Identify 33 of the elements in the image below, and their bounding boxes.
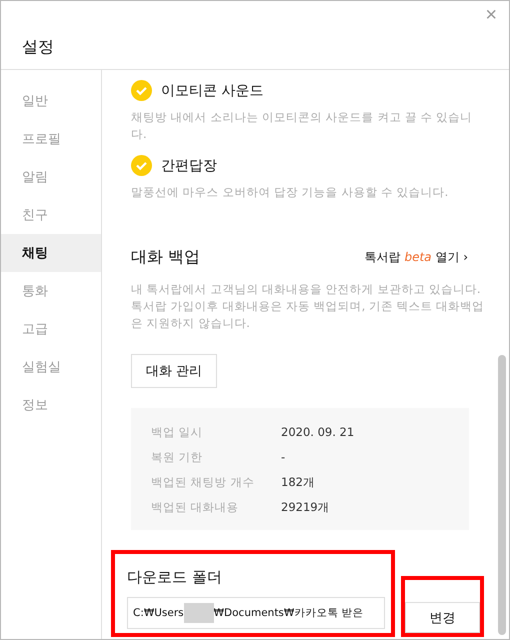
close-button[interactable]: ×: [481, 3, 501, 27]
info-value: 182개: [281, 474, 316, 491]
backup-description: 내 톡서랍에서 고객님의 대화내용을 안전하게 보관하고 있습니다. 톡서랍 가입이후 대화내용은 자동 백업되며, 기존 텍스트 대화백업은 지원하지 않습니다.: [131, 281, 486, 332]
info-label: 백업된 대화내용: [151, 499, 240, 516]
sidebar-item[interactable]: 친구: [1, 196, 101, 234]
drawer-open-link[interactable]: 톡서랍 beta 열기 ›: [364, 249, 468, 266]
sidebar-item[interactable]: 실험실: [1, 348, 101, 386]
sidebar-item[interactable]: 일반: [1, 82, 101, 120]
sidebar-item[interactable]: 통화: [1, 272, 101, 310]
checkbox[interactable]: [131, 155, 152, 176]
info-label: 백업된 채팅방 개수: [151, 474, 256, 491]
info-label: 백업 일시: [151, 424, 204, 441]
window-title: 설정: [22, 37, 55, 58]
option-description: 말풍선에 마우스 오버하여 답장 기능을 사용할 수 있습니다.: [131, 184, 450, 201]
sidebar-item[interactable]: 알림: [1, 158, 101, 196]
sidebar-item[interactable]: 채팅: [1, 234, 101, 272]
info-label: 복원 기한: [151, 449, 204, 466]
sidebar-item[interactable]: 프로필: [1, 120, 101, 158]
change-button[interactable]: 변경: [405, 602, 480, 633]
sidebar-item[interactable]: 정보: [1, 386, 101, 424]
option-label: 이모티콘 사운드: [161, 82, 264, 100]
option-label: 간편답장: [161, 156, 217, 174]
manage-chats-button[interactable]: 대화 관리: [131, 354, 218, 388]
sidebar-item[interactable]: 고급: [1, 310, 101, 348]
info-value: 29219개: [281, 499, 331, 516]
section-title: 다운로드 폴더: [127, 568, 223, 587]
section-title: 대화 백업: [131, 247, 200, 268]
info-value: -: [281, 449, 286, 466]
checkbox[interactable]: [131, 80, 152, 101]
option-description: 채팅방 내에서 소리나는 이모티콘의 사운드를 켜고 끌 수 있습니다.: [131, 109, 474, 143]
scrollbar-thumb[interactable]: [498, 355, 506, 635]
folder-path-field[interactable]: C:₩Users ₩Documents₩카카오톡 받은: [127, 597, 385, 629]
info-value: 2020. 09. 21: [281, 424, 356, 441]
